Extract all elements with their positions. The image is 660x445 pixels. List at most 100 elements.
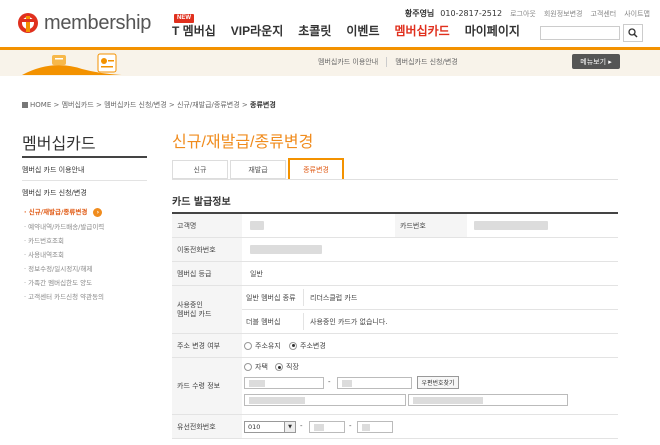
sidebar-subitem-label: 신규/재발급/종류변경 (28, 208, 88, 216)
phone-last-input[interactable] (357, 421, 393, 433)
menu-view-button[interactable]: 메뉴보기 ▸ (572, 54, 620, 69)
nav-label: 마이페이지 (464, 24, 520, 38)
zipcode-input-2[interactable] (337, 377, 412, 389)
search-button[interactable] (623, 24, 643, 42)
radio-label: 자택 (255, 363, 268, 371)
customer-center-link[interactable]: 고객센터 (590, 9, 616, 19)
site-header: membership NEW T 멤버십 VIP라운지 초콜릿 이벤트 멤버십카… (0, 0, 660, 47)
zip-dash: - (328, 378, 331, 386)
address-option-change[interactable]: 주소변경 (289, 334, 326, 357)
home-icon (22, 102, 28, 108)
tab-type-change[interactable]: 종류변경 (288, 158, 344, 179)
sidebar-subitem-family-transfer[interactable]: · 가족간 멤버십한도 양도 (24, 277, 92, 287)
sitemap-link[interactable]: 사이트맵 (624, 9, 650, 19)
landline-label: 유선전화번호 (172, 415, 242, 438)
zip-search-button[interactable]: 우편번호찾기 (417, 376, 459, 389)
radio-label: 직장 (286, 363, 299, 371)
tab-reissue[interactable]: 재발급 (230, 160, 286, 179)
band-link-guide[interactable]: 멤버십카드 이용안내 (310, 57, 386, 67)
sidebar-title: 멤버십카드 (22, 136, 96, 153)
tab-new[interactable]: 신규 (172, 160, 228, 179)
address-input-2[interactable] (408, 394, 568, 406)
sidebar-subitem-label: 카드번호조회 (28, 237, 65, 245)
table-row: 이동전화번호 (172, 238, 618, 262)
search-input[interactable] (540, 26, 620, 40)
receive-option-work[interactable]: 직장 (275, 361, 299, 373)
cell-divider (303, 289, 304, 306)
sidebar-subitem-card-number[interactable]: · 카드번호조회 (24, 235, 64, 245)
band-links: 멤버십카드 이용안내 멤버십카드 신청/변경 (310, 57, 466, 67)
receive-option-home[interactable]: 자택 (244, 361, 268, 373)
sidebar-subitem-label: 가족간 멤버십한도 양도 (28, 279, 93, 287)
sidebar-subitem-history[interactable]: · 예약내역/카드배송/발급이력 (24, 221, 104, 231)
table-row: 카드 수령 정보 자택 직장 - 우편번호찾기 (172, 358, 618, 415)
double-membership-label: 더블 멤버십 (246, 317, 281, 326)
sidebar-subitem-usage[interactable]: · 사용내역조회 (24, 249, 64, 259)
nav-event[interactable]: 이벤트 (346, 22, 379, 39)
tab-bar: 신규 재발급 종류변경 (172, 158, 344, 179)
radio-label: 주소변경 (300, 341, 326, 350)
grade-label: 멤버십 등급 (172, 262, 242, 285)
page-title: 신규/재발급/종류변경 (172, 134, 314, 151)
user-name: 황주영님 (404, 9, 435, 18)
cell-divider (303, 313, 304, 330)
mobile-value (250, 238, 322, 261)
address-option-keep[interactable]: 주소유지 (244, 334, 281, 357)
brand-logo[interactable]: membership (16, 10, 151, 36)
nav-membership-card[interactable]: 멤버십카드 (395, 22, 450, 39)
general-type-label: 일반 멤버십 종류 (246, 293, 296, 302)
sidebar-subitem-new-reissue[interactable]: · 신규/재발급/종류변경 › (24, 206, 103, 217)
phone-middle-input[interactable] (309, 421, 345, 433)
sidebar-subitem-label: 고객센터 카드신청 약관동의 (28, 293, 105, 301)
area-code-select[interactable]: 010 ▼ (244, 421, 296, 433)
nav-my-page[interactable]: 마이페이지 (465, 22, 520, 39)
customer-name-value (250, 214, 264, 237)
breadcrumb-home[interactable]: HOME (30, 101, 51, 109)
nav-label: 멤버십카드 (394, 24, 450, 38)
table-row: 멤버십 등급 일반 (172, 262, 618, 286)
chevron-down-icon: ▼ (284, 422, 295, 432)
area-code-value: 010 (248, 423, 261, 431)
card-number-label: 카드번호 (395, 214, 467, 237)
grade-value: 일반 (250, 269, 263, 278)
breadcrumb-item[interactable]: 멤버십카드 신청/변경 (104, 101, 167, 109)
radio-label: 주소유지 (255, 341, 281, 350)
radio-button-selected[interactable] (275, 363, 283, 371)
nav-t-membership[interactable]: NEW T 멤버십 (172, 14, 216, 39)
customer-name-label: 고객명 (172, 214, 242, 237)
radio-button[interactable] (244, 363, 252, 371)
edit-profile-link[interactable]: 회원정보변경 (544, 9, 583, 19)
breadcrumb-item[interactable]: 신규/재발급/종류변경 (177, 101, 240, 109)
sidebar-subitem-label: 예약내역/카드배송/발급이력 (28, 223, 105, 231)
zipcode-input-1[interactable] (244, 377, 324, 389)
new-badge: NEW (174, 14, 194, 23)
nav-chocolate[interactable]: 초콜릿 (298, 22, 331, 39)
chevron-right-icon: › (93, 208, 103, 217)
mobile-label: 이동전화번호 (172, 238, 242, 261)
sidebar-subitem-edit-suspend[interactable]: · 정보수정/일시정지/해제 (24, 263, 92, 273)
table-row: 주소 변경 여부 주소유지 주소변경 (172, 334, 618, 358)
nav-label: 초콜릿 (298, 24, 332, 38)
sidebar-item-apply[interactable]: 멤버십 카드 신청/변경 (22, 188, 87, 198)
logout-link[interactable]: 로그아웃 (510, 9, 536, 19)
t-logo-icon (18, 13, 38, 33)
radio-button-selected[interactable] (289, 341, 297, 350)
sidebar-subitem-terms[interactable]: · 고객센터 카드신청 약관동의 (24, 291, 104, 301)
address-change-label: 주소 변경 여부 (172, 334, 242, 357)
band-link-apply[interactable]: 멤버십카드 신청/변경 (386, 57, 466, 67)
radio-button[interactable] (244, 341, 252, 350)
table-row: 사용중인 멤버십 카드 일반 멤버십 종류 리더스클럽 카드 더블 멤버십 사용… (172, 286, 618, 334)
table-row: 고객명 카드번호 (172, 214, 618, 238)
phone-dash: - (300, 422, 303, 430)
sidebar-divider (22, 180, 147, 181)
utility-links: 황주영님 010-2817-2512 로그아웃 회원정보변경 고객센터 사이트맵 (397, 8, 650, 19)
address-input-1[interactable] (244, 394, 406, 406)
breadcrumb-item[interactable]: 멤버십카드 (62, 101, 94, 109)
tab-underline (172, 179, 618, 180)
breadcrumb-current: 종류변경 (250, 101, 276, 109)
sidebar-divider (22, 156, 147, 158)
phone-dash: - (349, 422, 352, 430)
nav-vip-lounge[interactable]: VIP라운지 (231, 22, 283, 39)
table-row: 유선전화번호 010 ▼ - - (172, 415, 618, 439)
sidebar-item-guide[interactable]: 멤버십 카드 이용안내 (22, 165, 84, 175)
